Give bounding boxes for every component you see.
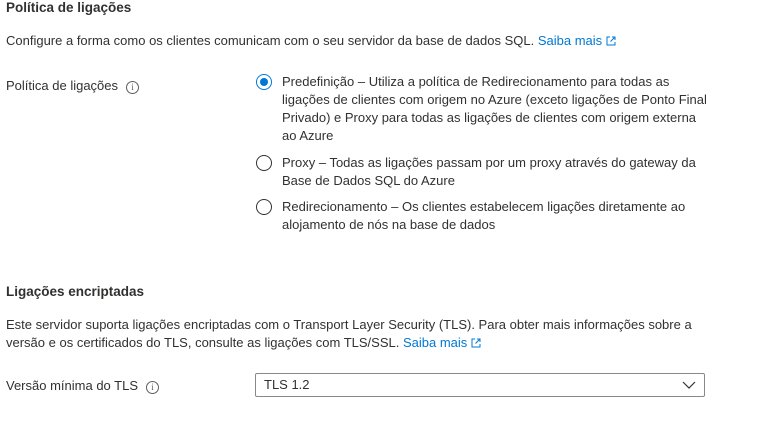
- radio-option-redirect[interactable]: Redirecionamento – Os clientes estabelec…: [256, 198, 702, 234]
- radio-button-default[interactable]: [256, 74, 272, 90]
- external-link-icon: [471, 338, 481, 348]
- encrypted-connections-description: Este servidor suporta ligações encriptad…: [6, 316, 706, 352]
- connection-policy-description: Configure a forma como os clientes comun…: [6, 32, 746, 50]
- connection-policy-learn-more-link[interactable]: Saiba mais: [538, 33, 616, 48]
- connection-policy-field-label: Política de ligações: [6, 78, 119, 93]
- chevron-down-icon: [682, 381, 696, 389]
- connection-policy-field: Política de ligações i: [6, 78, 140, 94]
- encrypted-connections-description-text: Este servidor suporta ligações encriptad…: [6, 317, 692, 350]
- radio-option-default[interactable]: Predefinição – Utiliza a política de Red…: [256, 73, 712, 145]
- learn-more-label: Saiba mais: [402, 335, 468, 350]
- min-tls-label: Versão mínima do TLS: [6, 378, 138, 393]
- radio-label-proxy: Proxy – Todas as ligações passam por um …: [282, 155, 696, 188]
- radio-label-redirect: Redirecionamento – Os clientes estabelec…: [282, 199, 686, 232]
- info-icon[interactable]: i: [126, 81, 140, 94]
- learn-more-label: Saiba mais: [537, 33, 603, 48]
- encrypted-connections-learn-more-link[interactable]: Saiba mais: [403, 335, 481, 350]
- encrypted-connections-title: Ligações encriptadas: [6, 284, 145, 299]
- min-tls-dropdown[interactable]: TLS 1.2: [255, 373, 705, 397]
- radio-button-redirect[interactable]: [256, 199, 272, 215]
- radio-option-proxy[interactable]: Proxy – Todas as ligações passam por um …: [256, 154, 702, 190]
- connection-policy-title: Política de ligações: [6, 0, 132, 15]
- min-tls-field: Versão mínima do TLS i: [6, 378, 159, 394]
- radio-button-proxy[interactable]: [256, 155, 272, 171]
- external-link-icon: [606, 36, 616, 46]
- info-icon[interactable]: i: [146, 381, 159, 394]
- radio-label-default: Predefinição – Utiliza a política de Red…: [282, 74, 707, 143]
- min-tls-selected-value: TLS 1.2: [264, 377, 310, 392]
- connection-policy-description-text: Configure a forma como os clientes comun…: [6, 33, 535, 48]
